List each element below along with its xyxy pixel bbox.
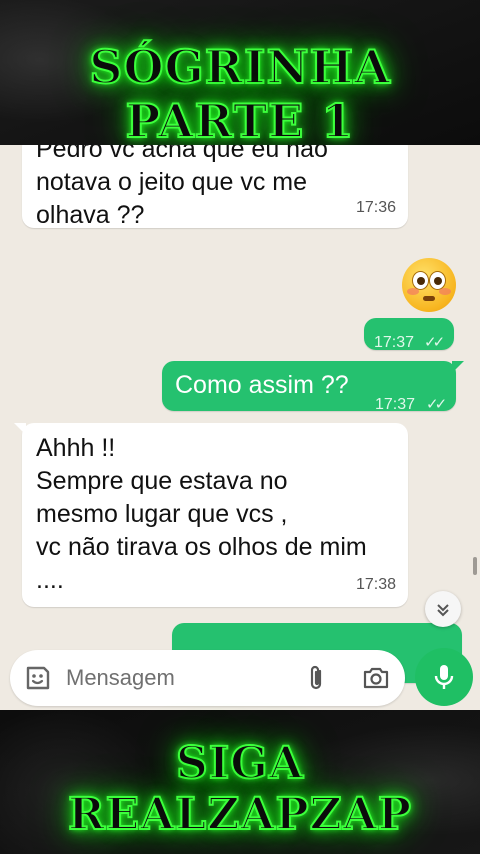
message-text: Ahhh !! Sempre que estava no mesmo lugar… xyxy=(36,434,367,594)
microphone-icon xyxy=(434,665,454,689)
message-incoming-1[interactable]: Pedro vc acha que eu não notava o jeito … xyxy=(22,145,408,229)
message-time: 17:37 xyxy=(374,334,415,351)
message-input[interactable] xyxy=(66,650,286,706)
double-chevron-down-icon[interactable] xyxy=(425,591,461,627)
scrollbar[interactable] xyxy=(473,557,477,575)
footer-banner: SIGA REALZAPZAP xyxy=(67,737,412,841)
message-time: 17:37 xyxy=(375,396,416,413)
title-banner: SÓGRINHA PARTE 1 xyxy=(88,39,391,149)
message-outgoing-emoji-meta[interactable]: 17:37 ✓✓ xyxy=(364,318,454,351)
sticker-icon[interactable] xyxy=(24,664,52,692)
message-incoming-2[interactable]: Ahhh !! Sempre que estava no mesmo lugar… xyxy=(14,423,408,607)
read-ticks-icon: ✓✓ xyxy=(424,334,445,351)
message-time: 17:36 xyxy=(355,199,396,216)
chat-panel: Pedro vc acha que eu não notava o jeito … xyxy=(0,145,480,710)
flushed-face-icon[interactable] xyxy=(402,258,456,312)
message-composer xyxy=(10,650,405,706)
read-ticks-icon: ✓✓ xyxy=(426,396,447,413)
camera-icon[interactable] xyxy=(362,666,390,690)
microphone-button[interactable] xyxy=(415,648,473,706)
message-outgoing-2[interactable]: Como assim ?? 17:37 ✓✓ xyxy=(162,361,464,413)
message-time: 17:38 xyxy=(355,576,396,593)
message-text: Pedro vc acha que eu não notava o jeito … xyxy=(36,145,328,229)
paperclip-icon[interactable] xyxy=(306,664,326,692)
message-text: Como assim ?? xyxy=(175,371,349,399)
